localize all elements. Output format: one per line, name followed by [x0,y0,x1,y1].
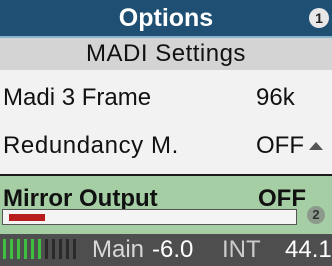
row-value: 96k [256,84,295,111]
status-channel: Main [92,236,145,263]
meter-segment [3,239,6,259]
menu-row-madi-frame[interactable]: Madi 3 Frame 96k [0,70,332,122]
encoder-2-icon[interactable]: 2 [307,206,325,224]
meter-segment [24,239,27,259]
meter-segment [52,239,55,259]
status-bar: Main -6.0 INT 44.1 [0,234,332,266]
meter-segment [31,239,34,259]
options-screen: Options 1 MADI Settings Madi 3 Frame 96k… [0,0,332,266]
row-label: Redundancy M. [3,132,179,159]
scroll-up-icon[interactable] [309,142,323,150]
meter-segment [38,239,41,259]
row-value: OFF [256,132,304,159]
menu-row-mirror-output[interactable]: Mirror Output OFF [0,176,332,234]
meter-segment [59,239,62,259]
encoder-1-icon[interactable]: 1 [309,8,329,28]
meter-segment [66,239,69,259]
menu-row-redundancy[interactable]: Redundancy M. OFF [0,122,332,176]
status-rate: 44.1 [285,236,332,263]
progress-fill [9,214,45,221]
meter-segment [10,239,13,259]
status-clock: INT [222,236,261,263]
status-level: -6.0 [152,236,194,263]
title-bar: Options 1 [0,0,332,38]
section-header: MADI Settings [0,38,332,70]
meter-segment [45,239,48,259]
value-progress-bar[interactable] [2,209,297,225]
meter-segment [73,239,76,259]
page-title: Options [118,4,214,32]
meter-segment [17,239,20,259]
row-label: Madi 3 Frame [3,84,152,111]
